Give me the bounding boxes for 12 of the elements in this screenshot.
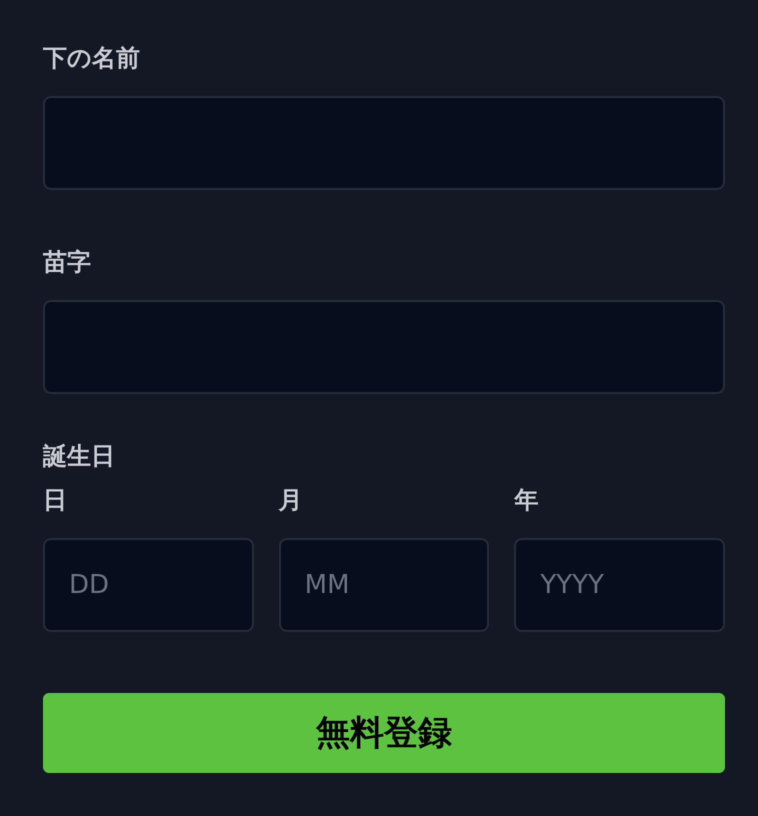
- field-label: 年: [514, 485, 540, 516]
- input-field[interactable]: MM: [278, 538, 490, 632]
- section-label: 誕生日: [43, 441, 116, 472]
- input-field[interactable]: [43, 96, 725, 190]
- field-label: 下の名前: [43, 43, 141, 74]
- field-label: 日: [43, 485, 68, 516]
- input-field[interactable]: DD: [43, 538, 254, 632]
- input-field[interactable]: [43, 300, 725, 394]
- input-field[interactable]: YYYY: [514, 538, 725, 632]
- field-label: 月: [278, 485, 304, 516]
- register-button[interactable]: 無料登録: [43, 693, 725, 773]
- field-label: 苗字: [43, 247, 92, 278]
